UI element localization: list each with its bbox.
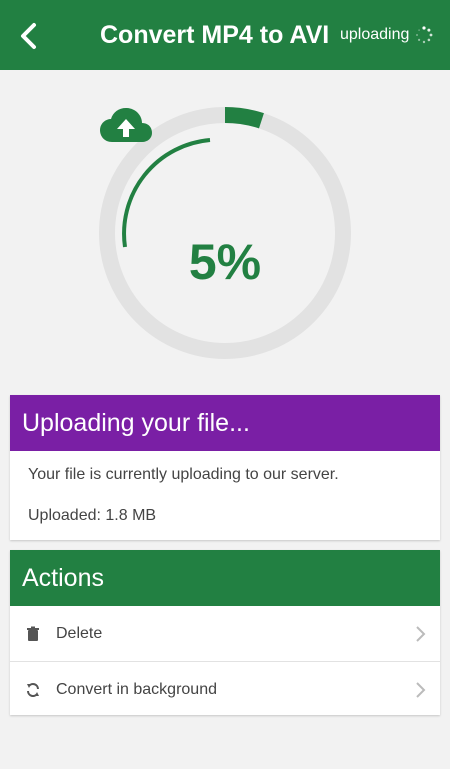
progress-percent: 5% xyxy=(188,234,262,290)
convert-background-label: Convert in background xyxy=(56,680,217,698)
app-header: Convert MP4 to AVI uploading xyxy=(0,0,450,70)
upload-progress-ring: 5% xyxy=(98,106,352,360)
sync-icon xyxy=(27,682,39,697)
delete-action[interactable]: Delete xyxy=(10,606,440,661)
spinner-icon xyxy=(416,26,433,44)
delete-label: Delete xyxy=(56,624,103,642)
page-title: Convert MP4 to AVI xyxy=(100,21,330,49)
trash-icon xyxy=(27,626,39,641)
cloud-upload-icon xyxy=(100,108,152,142)
progress-arc xyxy=(224,107,264,129)
actions-card: Actions Delete Convert in background xyxy=(10,550,440,715)
upload-status-card: Uploading your file... Your file is curr… xyxy=(10,395,440,540)
chevron-right-icon xyxy=(416,681,426,698)
status-label: uploading xyxy=(340,26,410,43)
upload-status: uploading xyxy=(340,24,433,46)
back-arrow-icon[interactable] xyxy=(14,20,46,52)
upload-message: Your file is currently uploading to our … xyxy=(28,466,339,483)
convert-background-action[interactable]: Convert in background xyxy=(10,661,440,717)
upload-card-title: Uploading your file... xyxy=(10,395,440,451)
actions-card-title: Actions xyxy=(10,550,440,606)
uploaded-size: Uploaded: 1.8 MB xyxy=(28,507,157,524)
chevron-right-icon xyxy=(416,625,426,642)
progress-track xyxy=(99,107,351,359)
